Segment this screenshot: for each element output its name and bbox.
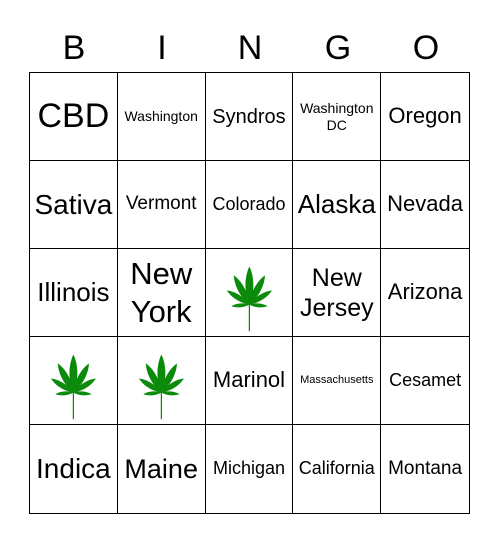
bingo-cell[interactable]: Vermont	[117, 161, 206, 249]
bingo-header: B I N G O	[30, 24, 470, 72]
header-letter-n: N	[237, 29, 263, 67]
cannabis-leaf-icon	[50, 354, 96, 419]
bingo-cell[interactable]: Oregon	[381, 73, 469, 161]
cell-text: Montana	[388, 457, 463, 479]
bingo-cell[interactable]: Syndros	[205, 73, 294, 161]
bingo-cell[interactable]: Maine	[118, 425, 206, 513]
cell-text: New York	[130, 256, 193, 329]
cell-text: Massachusetts	[300, 373, 374, 386]
header-letter-i: I	[157, 29, 167, 67]
bingo-cell[interactable]: Massachusetts	[293, 337, 382, 425]
cell-text: Marinol	[212, 367, 286, 393]
cell-text: Arizona	[387, 279, 463, 305]
header-letter-b: B	[62, 29, 86, 67]
bingo-cell[interactable]: Alaska	[293, 161, 382, 249]
bingo-cell-free[interactable]	[30, 337, 118, 425]
bingo-cell[interactable]: Cesamet	[381, 337, 469, 425]
bingo-cell[interactable]: Colorado	[205, 161, 294, 249]
bingo-cell-free[interactable]	[117, 337, 206, 425]
header-letter-o: O	[412, 29, 440, 67]
cell-text: Cesamet	[389, 369, 462, 390]
cell-text: Maine	[124, 453, 198, 484]
cell-text: New Jersey	[299, 263, 374, 322]
cannabis-leaf-icon	[226, 266, 272, 331]
bingo-cell[interactable]: Indica	[30, 425, 118, 513]
bingo-cell-free[interactable]	[205, 249, 294, 337]
bingo-cell[interactable]: Montana	[381, 425, 469, 513]
cell-text: Washington	[124, 108, 198, 125]
cell-text: Colorado	[212, 193, 286, 214]
bingo-cell[interactable]: Washington DC	[293, 73, 382, 161]
cell-text: Sativa	[34, 188, 113, 220]
cell-text: Illinois	[37, 276, 110, 307]
cell-text: Oregon	[388, 103, 462, 129]
bingo-cell[interactable]: Arizona	[381, 249, 469, 337]
cell-text: Vermont	[125, 193, 197, 215]
bingo-cell[interactable]: New Jersey	[293, 249, 382, 337]
bingo-grid: CBD Washington Syndros Washington DC Oregon S…	[29, 72, 470, 514]
bingo-cell[interactable]: Washington	[117, 73, 206, 161]
bingo-cell[interactable]: California	[293, 425, 382, 513]
cell-text: Indica	[36, 453, 111, 485]
cell-text: Nevada	[387, 191, 464, 217]
bingo-cell[interactable]: Sativa	[30, 161, 118, 249]
header-letter-g: G	[324, 29, 352, 67]
cell-text: Alaska	[297, 188, 376, 219]
bingo-cell[interactable]: Nevada	[381, 161, 469, 249]
cell-text: Syndros	[212, 105, 286, 128]
cannabis-leaf-icon	[138, 354, 184, 419]
bingo-cell[interactable]: Marinol	[205, 337, 294, 425]
bingo-cell[interactable]: Illinois	[30, 249, 118, 337]
bingo-cell[interactable]: New York	[117, 249, 206, 337]
cell-text: Michigan	[212, 458, 286, 479]
cell-text: California	[298, 458, 375, 479]
bingo-cell[interactable]: Michigan	[206, 425, 294, 513]
cell-text: CBD	[37, 97, 110, 136]
bingo-cell[interactable]: CBD	[30, 73, 118, 161]
cell-text: Washington DC	[300, 99, 374, 133]
